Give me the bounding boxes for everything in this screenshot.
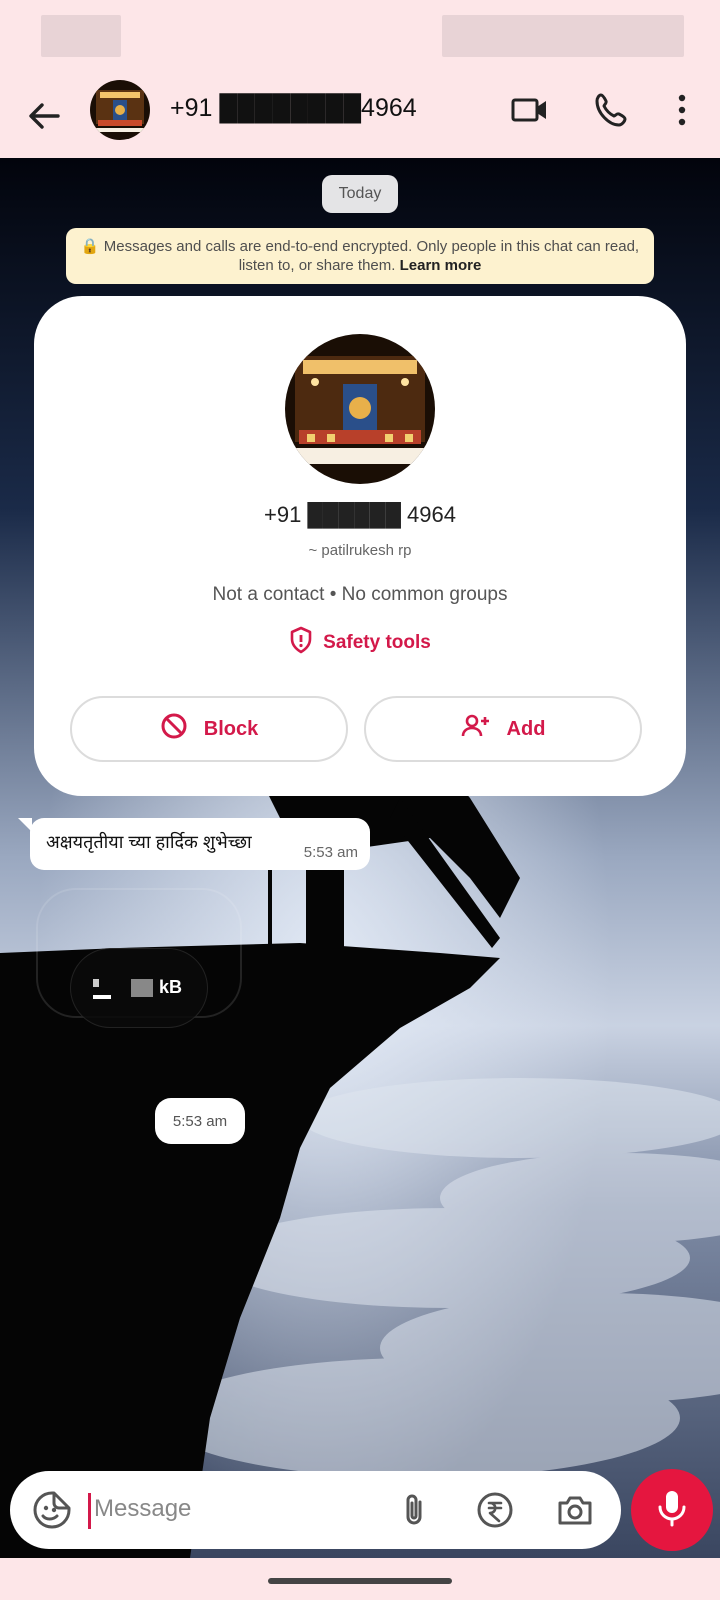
back-arrow-icon[interactable] [22, 94, 66, 138]
chat-area[interactable]: Today 🔒 Messages and calls are end-to-en… [0, 158, 720, 1558]
chat-header: +91 ████████4964 [0, 78, 720, 158]
contact-card-avatar[interactable] [285, 334, 435, 484]
add-person-icon [461, 713, 491, 745]
attachment-time: 5:53 am [155, 1098, 245, 1144]
more-vert-icon[interactable] [660, 88, 704, 132]
attachment-size-redacted [131, 979, 153, 997]
safety-tools-label: Safety tools [323, 632, 431, 653]
video-call-icon[interactable] [508, 88, 552, 132]
contact-card-meta: Not a contact • No common groups [212, 584, 508, 605]
block-label: Block [203, 717, 259, 740]
contact-title[interactable]: +91 ████████4964 [170, 94, 417, 123]
contact-card-name: ~ patilrukesh rp [308, 542, 412, 559]
rupee-icon[interactable] [475, 1490, 515, 1530]
camera-icon[interactable] [555, 1490, 595, 1530]
attachment-size-unit: kB [159, 977, 183, 997]
status-icons-redacted [442, 15, 684, 57]
mic-button[interactable] [631, 1469, 713, 1551]
encryption-notice[interactable]: 🔒 Messages and calls are end-to-end encr… [66, 228, 654, 284]
status-time-redacted [41, 15, 121, 57]
system-nav-bar [0, 1558, 720, 1600]
block-icon [160, 712, 188, 746]
encryption-text: Messages and calls are end-to-end encryp… [103, 238, 640, 274]
voice-call-icon[interactable] [590, 88, 634, 132]
mic-icon [654, 1488, 690, 1533]
safety-tools-button[interactable]: Safety tools [34, 626, 686, 660]
contact-info-card: +91 ██████ 4964 ~ patilrukesh rp Not a c… [34, 296, 686, 796]
status-bar [0, 0, 720, 78]
message-text: अक्षयतृतीया च्या हार्दिक शुभेच्छा [46, 832, 252, 852]
message-input[interactable]: Message [94, 1495, 191, 1523]
shield-icon [289, 626, 313, 660]
contact-avatar[interactable] [90, 80, 150, 140]
date-chip: Today [322, 175, 398, 213]
message-bubble[interactable]: अक्षयतृतीया च्या हार्दिक शुभेच्छा 5:53 a… [18, 818, 370, 870]
sticker-icon[interactable] [30, 1488, 74, 1532]
block-button[interactable]: Block [70, 696, 348, 762]
add-contact-button[interactable]: Add [364, 696, 642, 762]
learn-more-link[interactable]: Learn more [400, 257, 482, 274]
paperclip-icon[interactable] [394, 1490, 434, 1530]
text-cursor [88, 1493, 91, 1529]
add-label: Add [506, 717, 546, 740]
message-composer: Message [10, 1471, 621, 1549]
lock-icon: 🔒 [80, 238, 100, 255]
home-gesture-handle[interactable] [268, 1578, 452, 1584]
attachment-download-button[interactable]: kB [70, 948, 208, 1028]
message-time: 5:53 am [303, 844, 358, 861]
contact-card-phone: +91 ██████ 4964 [263, 502, 456, 527]
